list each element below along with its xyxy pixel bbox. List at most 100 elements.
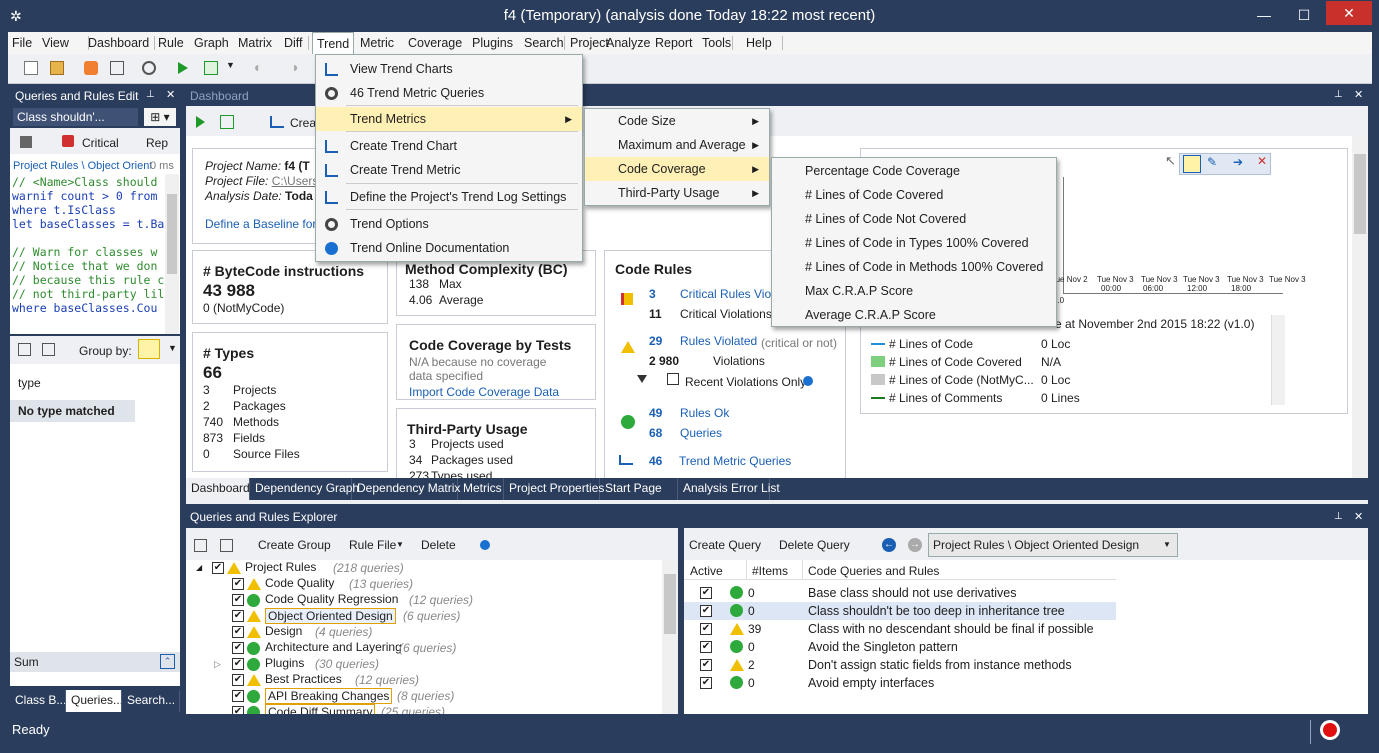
arrow-right-icon[interactable]: ➔ <box>1233 155 1243 169</box>
active-checkbox[interactable]: ✔ <box>700 623 712 635</box>
critical-rules-count[interactable]: 3 <box>649 287 656 301</box>
group-by-dropdown-icon[interactable]: ▼ <box>168 343 177 353</box>
menu-analyze[interactable]: Analyze <box>602 32 654 54</box>
dashboard-tab-2[interactable]: Dependency Matrix <box>352 478 460 500</box>
forward-icon[interactable]: ◑ <box>290 59 298 75</box>
tree-checkbox[interactable]: ✔ <box>232 578 244 590</box>
dashboard-tab-4[interactable]: Project Properties <box>504 478 604 500</box>
scrollbar[interactable] <box>165 174 179 334</box>
trend-metrics-item-2[interactable]: Code Coverage ▶ <box>585 157 769 181</box>
record-icon[interactable] <box>1320 720 1340 740</box>
rule-file-button[interactable]: Rule File <box>349 538 396 552</box>
import-coverage-link[interactable]: Import Code Coverage Data <box>409 385 559 399</box>
expand-all-icon[interactable] <box>18 343 31 356</box>
dashboard-tab-5[interactable]: Start Page <box>600 478 678 500</box>
coverage-menu-item-6[interactable]: Average C.R.A.P Score <box>772 303 1056 327</box>
coverage-menu-item-1[interactable]: # Lines of Code Covered <box>772 183 1056 207</box>
pin-icon[interactable]: ⊥ <box>146 89 155 100</box>
menu-coverage[interactable]: Coverage <box>404 32 466 54</box>
pencil-icon[interactable]: ✎ <box>1207 155 1217 169</box>
create-query-button[interactable]: Create Query <box>689 538 761 552</box>
trend-metric-link[interactable]: Trend Metric Queries <box>679 454 791 468</box>
dashboard-tab-0[interactable]: Dashboard <box>186 478 250 500</box>
table-row[interactable]: ✔ 39 Class with no descendant should be fi… <box>684 620 1116 638</box>
menu-dashboard[interactable]: Dashboard <box>84 32 153 54</box>
create-chart-icon[interactable] <box>270 116 284 128</box>
menu-search[interactable]: Search <box>520 32 568 54</box>
trend-menu-item-2[interactable]: Trend Metrics ▶ <box>316 107 582 131</box>
menu-graph[interactable]: Graph <box>190 32 233 54</box>
tree-checkbox[interactable]: ✔ <box>232 626 244 638</box>
nav-back-icon[interactable]: ← <box>882 538 896 552</box>
group-select[interactable]: Project Rules \ Object Oriented Design ▼ <box>928 533 1178 557</box>
active-checkbox[interactable]: ✔ <box>700 587 712 599</box>
coverage-menu-item-3[interactable]: # Lines of Code in Types 100% Covered <box>772 231 1056 255</box>
trend-metric-count[interactable]: 46 <box>649 454 662 468</box>
rule-file-dropdown-icon[interactable]: ▼ <box>396 540 404 549</box>
open-project-icon[interactable] <box>50 61 64 75</box>
tree-node[interactable]: ✔ Object Oriented Design (6 queries) <box>186 608 656 624</box>
active-checkbox[interactable]: ✔ <box>700 641 712 653</box>
trend-menu-item-0[interactable]: View Trend Charts <box>316 57 582 81</box>
queries-link[interactable]: Queries <box>680 426 722 440</box>
active-checkbox[interactable]: ✔ <box>700 605 712 617</box>
rules-violated-count[interactable]: 29 <box>649 334 662 348</box>
dropdown-arrow-icon[interactable]: ▼ <box>226 60 235 70</box>
trend-menu-item-1[interactable]: 46 Trend Metric Queries <box>316 81 582 105</box>
info-icon[interactable] <box>803 376 813 386</box>
tree-checkbox[interactable]: ✔ <box>232 674 244 686</box>
tree-checkbox[interactable]: ✔ <box>232 610 244 622</box>
menu-matrix[interactable]: Matrix <box>234 32 276 54</box>
nav-forward-icon[interactable]: → <box>908 538 922 552</box>
tree-node[interactable]: ✔ Code Quality Regression (12 queries) <box>186 592 656 608</box>
active-checkbox[interactable]: ✔ <box>700 659 712 671</box>
save-icon[interactable] <box>20 136 32 148</box>
active-checkbox[interactable]: ✔ <box>700 677 712 689</box>
critical-toggle[interactable]: Critical <box>82 136 119 150</box>
table-row[interactable]: ✔ 0 Avoid empty interfaces <box>684 674 1116 692</box>
rules-ok-count[interactable]: 49 <box>649 406 662 420</box>
tree-node[interactable]: ✔ Design (4 queries) <box>186 624 656 640</box>
trend-metrics-item-1[interactable]: Maximum and Average ▶ <box>585 133 769 157</box>
query-code-editor[interactable]: // <Name>Class should warnif count > 0 fr… <box>12 175 164 315</box>
analyze-icon[interactable] <box>84 61 98 75</box>
menu-metric[interactable]: Metric <box>356 32 398 54</box>
menu-file[interactable]: File <box>8 32 36 54</box>
left-tab-2[interactable]: Search... <box>122 690 180 712</box>
dashboard-tab-1[interactable]: Dependency Graph <box>250 478 359 500</box>
collapse-tree-icon[interactable] <box>220 539 233 552</box>
refresh-icon[interactable] <box>220 115 234 129</box>
run-dashboard-icon[interactable] <box>196 116 205 128</box>
tree-node[interactable]: ✔ Code Quality (13 queries) <box>186 576 656 592</box>
expand-tree-icon[interactable] <box>194 539 207 552</box>
trend-metrics-item-0[interactable]: Code Size ▶ <box>585 109 769 133</box>
recent-violations-checkbox[interactable] <box>667 373 679 385</box>
group-by-icon[interactable] <box>138 339 160 359</box>
menu-trend[interactable]: Trend <box>312 32 355 54</box>
query-dropdown[interactable]: Class shouldn'... <box>13 108 138 126</box>
delete-chart-icon[interactable]: ✕ <box>1257 154 1267 168</box>
collapse-sum-icon[interactable]: ⌃ <box>160 654 175 669</box>
trend-menu-item-4[interactable]: Create Trend Metric <box>316 158 582 182</box>
explorer-info-icon[interactable] <box>480 540 490 550</box>
back-icon[interactable]: ◐ <box>254 59 262 75</box>
tree-scrollbar[interactable] <box>662 560 678 714</box>
trend-metrics-item-3[interactable]: Third-Party Usage ▶ <box>585 181 769 205</box>
report-button[interactable]: Rep <box>146 136 168 150</box>
compare-icon[interactable] <box>110 61 124 75</box>
trend-menu-item-7[interactable]: Trend Online Documentation <box>316 236 582 260</box>
table-row[interactable]: ✔ 0 Class shouldn't be too deep in inherit… <box>684 602 1116 620</box>
column-header[interactable]: Code Queries and Rules <box>808 564 939 578</box>
delete-query-button[interactable]: Delete Query <box>779 538 850 552</box>
create-group-button[interactable]: Create Group <box>258 538 331 552</box>
menu-report[interactable]: Report <box>651 32 697 54</box>
tree-checkbox[interactable]: ✔ <box>232 690 244 702</box>
close-button[interactable]: ✕ <box>1326 1 1372 25</box>
dashboard-tab-6[interactable]: Analysis Error List <box>678 478 780 500</box>
tree-expander-icon[interactable]: ▷ <box>214 656 221 672</box>
type-search-input[interactable]: type <box>18 376 41 390</box>
run-query-icon[interactable] <box>204 61 218 75</box>
tree-expander-icon[interactable]: ◢ <box>196 560 202 576</box>
trend-menu-item-6[interactable]: Trend Options <box>316 212 582 236</box>
tree-node[interactable]: ✔ API Breaking Changes (8 queries) <box>186 688 656 704</box>
